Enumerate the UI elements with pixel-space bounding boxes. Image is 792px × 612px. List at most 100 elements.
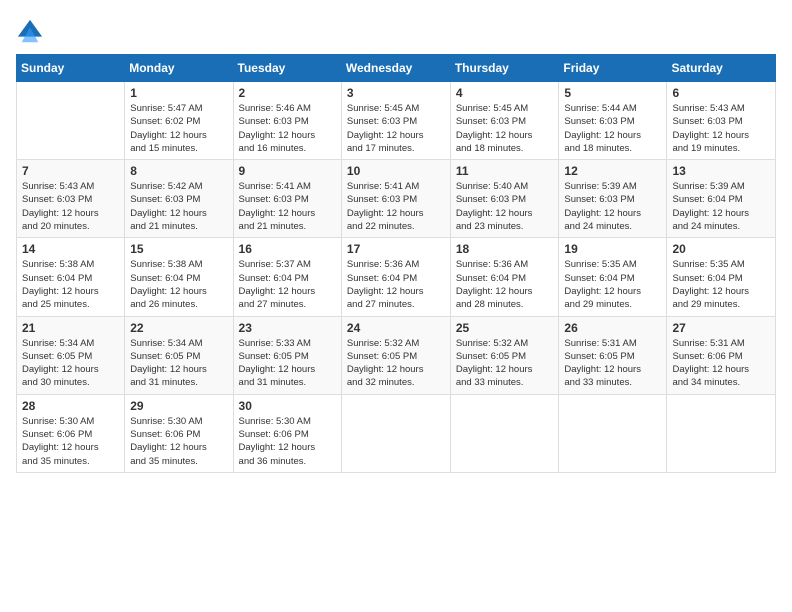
calendar-header-tuesday: Tuesday bbox=[233, 55, 341, 82]
calendar-cell: 26 Sunrise: 5:31 AM Sunset: 6:05 PM Dayli… bbox=[559, 316, 667, 394]
calendar-cell: 28 Sunrise: 5:30 AM Sunset: 6:06 PM Dayli… bbox=[17, 394, 125, 472]
calendar-cell: 2 Sunrise: 5:46 AM Sunset: 6:03 PM Daylig… bbox=[233, 82, 341, 160]
calendar-cell: 12 Sunrise: 5:39 AM Sunset: 6:03 PM Dayli… bbox=[559, 160, 667, 238]
day-number: 20 bbox=[672, 242, 770, 256]
day-number: 4 bbox=[456, 86, 554, 100]
day-info: Sunrise: 5:30 AM Sunset: 6:06 PM Dayligh… bbox=[22, 415, 119, 468]
day-info: Sunrise: 5:45 AM Sunset: 6:03 PM Dayligh… bbox=[456, 102, 554, 155]
day-number: 28 bbox=[22, 399, 119, 413]
day-number: 12 bbox=[564, 164, 661, 178]
calendar-header-monday: Monday bbox=[125, 55, 233, 82]
day-info: Sunrise: 5:41 AM Sunset: 6:03 PM Dayligh… bbox=[239, 180, 336, 233]
day-number: 1 bbox=[130, 86, 227, 100]
calendar-header-friday: Friday bbox=[559, 55, 667, 82]
day-info: Sunrise: 5:31 AM Sunset: 6:06 PM Dayligh… bbox=[672, 337, 770, 390]
calendar-cell: 10 Sunrise: 5:41 AM Sunset: 6:03 PM Dayli… bbox=[341, 160, 450, 238]
calendar-cell: 9 Sunrise: 5:41 AM Sunset: 6:03 PM Daylig… bbox=[233, 160, 341, 238]
calendar-header-thursday: Thursday bbox=[450, 55, 559, 82]
calendar-week-1: 1 Sunrise: 5:47 AM Sunset: 6:02 PM Daylig… bbox=[17, 82, 776, 160]
calendar-cell: 4 Sunrise: 5:45 AM Sunset: 6:03 PM Daylig… bbox=[450, 82, 559, 160]
calendar-cell: 17 Sunrise: 5:36 AM Sunset: 6:04 PM Dayli… bbox=[341, 238, 450, 316]
day-info: Sunrise: 5:38 AM Sunset: 6:04 PM Dayligh… bbox=[22, 258, 119, 311]
calendar-cell: 5 Sunrise: 5:44 AM Sunset: 6:03 PM Daylig… bbox=[559, 82, 667, 160]
calendar-table: SundayMondayTuesdayWednesdayThursdayFrid… bbox=[16, 54, 776, 473]
day-info: Sunrise: 5:43 AM Sunset: 6:03 PM Dayligh… bbox=[22, 180, 119, 233]
calendar-header-row: SundayMondayTuesdayWednesdayThursdayFrid… bbox=[17, 55, 776, 82]
calendar-cell: 20 Sunrise: 5:35 AM Sunset: 6:04 PM Dayli… bbox=[667, 238, 776, 316]
day-info: Sunrise: 5:36 AM Sunset: 6:04 PM Dayligh… bbox=[456, 258, 554, 311]
calendar-cell: 22 Sunrise: 5:34 AM Sunset: 6:05 PM Dayli… bbox=[125, 316, 233, 394]
day-number: 25 bbox=[456, 321, 554, 335]
calendar-cell bbox=[17, 82, 125, 160]
calendar-cell bbox=[667, 394, 776, 472]
day-info: Sunrise: 5:42 AM Sunset: 6:03 PM Dayligh… bbox=[130, 180, 227, 233]
day-number: 17 bbox=[347, 242, 445, 256]
day-number: 26 bbox=[564, 321, 661, 335]
calendar-cell: 30Sunrise: 5:30 AM Sunset: 6:06 PM Dayli… bbox=[233, 394, 341, 472]
day-number: 16 bbox=[239, 242, 336, 256]
day-info: Sunrise: 5:34 AM Sunset: 6:05 PM Dayligh… bbox=[22, 337, 119, 390]
day-info: Sunrise: 5:35 AM Sunset: 6:04 PM Dayligh… bbox=[672, 258, 770, 311]
calendar-cell: 23 Sunrise: 5:33 AM Sunset: 6:05 PM Dayli… bbox=[233, 316, 341, 394]
calendar-week-2: 7 Sunrise: 5:43 AM Sunset: 6:03 PM Daylig… bbox=[17, 160, 776, 238]
day-info: Sunrise: 5:41 AM Sunset: 6:03 PM Dayligh… bbox=[347, 180, 445, 233]
logo bbox=[16, 16, 48, 46]
calendar-week-5: 28 Sunrise: 5:30 AM Sunset: 6:06 PM Dayli… bbox=[17, 394, 776, 472]
day-number: 11 bbox=[456, 164, 554, 178]
calendar-cell: 29Sunrise: 5:30 AM Sunset: 6:06 PM Dayli… bbox=[125, 394, 233, 472]
day-number: 13 bbox=[672, 164, 770, 178]
day-number: 8 bbox=[130, 164, 227, 178]
day-info: Sunrise: 5:31 AM Sunset: 6:05 PM Dayligh… bbox=[564, 337, 661, 390]
calendar-week-4: 21 Sunrise: 5:34 AM Sunset: 6:05 PM Dayli… bbox=[17, 316, 776, 394]
calendar-cell: 21 Sunrise: 5:34 AM Sunset: 6:05 PM Dayli… bbox=[17, 316, 125, 394]
day-number: 23 bbox=[239, 321, 336, 335]
calendar-cell: 15 Sunrise: 5:38 AM Sunset: 6:04 PM Dayli… bbox=[125, 238, 233, 316]
day-number: 14 bbox=[22, 242, 119, 256]
day-info: Sunrise: 5:37 AM Sunset: 6:04 PM Dayligh… bbox=[239, 258, 336, 311]
calendar-cell: 27Sunrise: 5:31 AM Sunset: 6:06 PM Dayli… bbox=[667, 316, 776, 394]
logo-icon bbox=[16, 18, 44, 46]
calendar-cell: 16 Sunrise: 5:37 AM Sunset: 6:04 PM Dayli… bbox=[233, 238, 341, 316]
day-number: 10 bbox=[347, 164, 445, 178]
day-info: Sunrise: 5:45 AM Sunset: 6:03 PM Dayligh… bbox=[347, 102, 445, 155]
calendar-cell: 1 Sunrise: 5:47 AM Sunset: 6:02 PM Daylig… bbox=[125, 82, 233, 160]
day-info: Sunrise: 5:36 AM Sunset: 6:04 PM Dayligh… bbox=[347, 258, 445, 311]
calendar-week-3: 14 Sunrise: 5:38 AM Sunset: 6:04 PM Dayli… bbox=[17, 238, 776, 316]
day-number: 15 bbox=[130, 242, 227, 256]
day-info: Sunrise: 5:40 AM Sunset: 6:03 PM Dayligh… bbox=[456, 180, 554, 233]
day-number: 29 bbox=[130, 399, 227, 413]
day-number: 22 bbox=[130, 321, 227, 335]
calendar-cell: 13 Sunrise: 5:39 AM Sunset: 6:04 PM Dayli… bbox=[667, 160, 776, 238]
day-number: 3 bbox=[347, 86, 445, 100]
calendar-cell bbox=[559, 394, 667, 472]
day-number: 21 bbox=[22, 321, 119, 335]
day-info: Sunrise: 5:44 AM Sunset: 6:03 PM Dayligh… bbox=[564, 102, 661, 155]
day-info: Sunrise: 5:47 AM Sunset: 6:02 PM Dayligh… bbox=[130, 102, 227, 155]
calendar-header-saturday: Saturday bbox=[667, 55, 776, 82]
calendar-cell bbox=[450, 394, 559, 472]
day-number: 19 bbox=[564, 242, 661, 256]
calendar-cell: 7 Sunrise: 5:43 AM Sunset: 6:03 PM Daylig… bbox=[17, 160, 125, 238]
calendar-header-sunday: Sunday bbox=[17, 55, 125, 82]
day-info: Sunrise: 5:39 AM Sunset: 6:03 PM Dayligh… bbox=[564, 180, 661, 233]
page-header bbox=[16, 16, 776, 46]
day-number: 18 bbox=[456, 242, 554, 256]
day-info: Sunrise: 5:34 AM Sunset: 6:05 PM Dayligh… bbox=[130, 337, 227, 390]
calendar-cell bbox=[341, 394, 450, 472]
calendar-cell: 11 Sunrise: 5:40 AM Sunset: 6:03 PM Dayli… bbox=[450, 160, 559, 238]
calendar-header-wednesday: Wednesday bbox=[341, 55, 450, 82]
day-info: Sunrise: 5:33 AM Sunset: 6:05 PM Dayligh… bbox=[239, 337, 336, 390]
calendar-cell: 6Sunrise: 5:43 AM Sunset: 6:03 PM Daylig… bbox=[667, 82, 776, 160]
day-number: 5 bbox=[564, 86, 661, 100]
calendar-cell: 24Sunrise: 5:32 AM Sunset: 6:05 PM Dayli… bbox=[341, 316, 450, 394]
day-info: Sunrise: 5:39 AM Sunset: 6:04 PM Dayligh… bbox=[672, 180, 770, 233]
day-info: Sunrise: 5:38 AM Sunset: 6:04 PM Dayligh… bbox=[130, 258, 227, 311]
calendar-cell: 14 Sunrise: 5:38 AM Sunset: 6:04 PM Dayli… bbox=[17, 238, 125, 316]
day-info: Sunrise: 5:35 AM Sunset: 6:04 PM Dayligh… bbox=[564, 258, 661, 311]
day-number: 2 bbox=[239, 86, 336, 100]
day-number: 7 bbox=[22, 164, 119, 178]
day-number: 9 bbox=[239, 164, 336, 178]
day-number: 24 bbox=[347, 321, 445, 335]
day-info: Sunrise: 5:32 AM Sunset: 6:05 PM Dayligh… bbox=[456, 337, 554, 390]
day-info: Sunrise: 5:46 AM Sunset: 6:03 PM Dayligh… bbox=[239, 102, 336, 155]
